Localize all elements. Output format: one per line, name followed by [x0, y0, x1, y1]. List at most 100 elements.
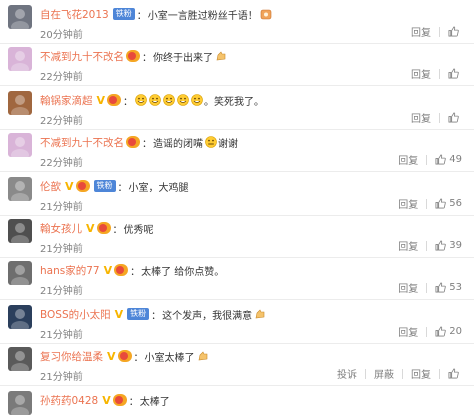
username-link[interactable]: hans家的77	[40, 263, 100, 278]
comment-row: 自在飞花2013 铁粉：小室一言胜过粉丝千语！ 20分钟前 回复	[0, 2, 474, 44]
username-link[interactable]: 翰锅家滴超	[40, 93, 93, 108]
username-link[interactable]: BOSS的小太阳	[40, 307, 111, 322]
comment-line: 不减到九十不改名 ：你终于出来了	[40, 47, 227, 65]
grin-emoji	[135, 94, 147, 106]
username-link[interactable]: 伦歆	[40, 179, 61, 194]
comment-row: 复习你给温柔 V ：小室太棒了 21分钟前 投诉 屏蔽 回复	[0, 344, 474, 386]
comment-row: 不减到九十不改名 ：造谣的闭嘴 谢谢 22分钟前 回复 49	[0, 130, 474, 172]
avatar[interactable]	[8, 261, 32, 285]
timestamp: 22分钟前	[40, 72, 83, 83]
like-count: 20	[449, 326, 462, 337]
comment-text: 太棒了	[139, 396, 170, 408]
report-button[interactable]: 投诉	[337, 366, 357, 381]
comment-text: 太棒了 给你点赞。	[141, 266, 225, 278]
colon-separator: ：	[142, 138, 152, 150]
vip-icon: V	[96, 93, 106, 107]
timestamp: 21分钟前	[40, 202, 83, 213]
colon-separator: ：	[136, 10, 147, 22]
thumbs-up-icon	[448, 26, 459, 37]
timestamp: 20分钟前	[40, 30, 83, 41]
thumbs-up-icon	[448, 112, 459, 123]
vip-icon: V	[86, 221, 95, 235]
action-divider	[439, 368, 440, 379]
like-button[interactable]	[448, 26, 462, 37]
like-button[interactable]: 53	[435, 282, 462, 293]
clap-emoji	[216, 51, 226, 61]
like-button[interactable]: 49	[435, 154, 462, 165]
like-button[interactable]: 56	[435, 198, 462, 209]
username-link[interactable]: 自在飞花2013	[40, 7, 109, 22]
comment-text: 小室一言胜过粉丝千语！	[147, 10, 258, 22]
reply-button[interactable]: 回复	[411, 66, 431, 81]
fan-level-icon	[114, 264, 129, 276]
colon-separator: ：	[151, 310, 162, 322]
comment-text: 小室，大鸡腿	[128, 182, 189, 194]
avatar[interactable]	[8, 5, 32, 29]
username-link[interactable]: 翰女孩儿	[40, 221, 82, 236]
grin-emoji	[149, 94, 161, 106]
vip-icon: V	[114, 307, 124, 321]
action-divider	[402, 368, 403, 379]
avatar[interactable]	[8, 91, 32, 115]
fan-level-icon	[126, 50, 140, 62]
reply-button[interactable]: 回复	[398, 196, 418, 211]
fan-level-icon	[117, 350, 132, 362]
comment-actions: 回复 39	[398, 238, 462, 253]
username-link[interactable]: 不减到九十不改名	[40, 135, 124, 150]
comment-row: 翰女孩儿 V ：优秀呢 21分钟前 回复 39	[0, 216, 474, 258]
reply-button[interactable]: 回复	[398, 152, 418, 167]
comment-actions: 回复	[411, 110, 462, 125]
thumbs-up-icon	[435, 282, 447, 293]
username-link[interactable]: 复习你给温柔	[40, 349, 103, 364]
comment-line: 孙药药0428 V ：太棒了	[40, 391, 170, 409]
reply-button[interactable]: 回复	[411, 24, 431, 39]
comment-text: 优秀呢	[123, 224, 154, 236]
avatar[interactable]	[8, 347, 32, 371]
comment-row: 不减到九十不改名 ：你终于出来了 22分钟前 回复	[0, 44, 474, 86]
comment-actions: 回复 53	[398, 280, 462, 295]
action-divider	[439, 112, 440, 123]
comment-line: 翰锅家滴超 V ： 。笑死我了。	[40, 91, 264, 109]
colon-separator: ：	[133, 352, 144, 364]
username-link[interactable]: 不减到九十不改名	[40, 49, 124, 64]
fan-level-icon	[126, 136, 140, 148]
comment-line: 复习你给温柔 V ：小室太棒了	[40, 347, 209, 365]
colon-separator: ：	[112, 224, 123, 236]
avatar[interactable]	[8, 219, 32, 243]
like-button[interactable]: 20	[435, 326, 462, 337]
like-button[interactable]: 39	[435, 240, 462, 251]
like-button[interactable]	[448, 112, 462, 123]
reply-button[interactable]: 回复	[398, 280, 418, 295]
avatar[interactable]	[8, 177, 32, 201]
reply-button[interactable]: 回复	[411, 110, 431, 125]
comment-line: hans家的77 V ：太棒了 给你点赞。	[40, 261, 224, 279]
action-divider	[426, 198, 428, 209]
block-button[interactable]: 屏蔽	[374, 366, 394, 381]
comment-actions: 投诉 屏蔽 回复	[337, 366, 462, 381]
colon-separator: ：	[128, 396, 139, 408]
comment-actions: 回复 49	[398, 152, 462, 167]
reply-button[interactable]: 回复	[398, 324, 418, 339]
like-count: 49	[449, 154, 462, 165]
comment-line: 自在飞花2013 铁粉：小室一言胜过粉丝千语！	[40, 5, 272, 23]
avatar[interactable]	[8, 391, 32, 415]
avatar[interactable]	[8, 133, 32, 157]
action-divider	[426, 154, 428, 165]
username-link[interactable]: 孙药药0428	[40, 393, 98, 408]
like-button[interactable]	[448, 368, 462, 379]
comment-actions: 回复 20	[398, 324, 462, 339]
avatar[interactable]	[8, 47, 32, 71]
comment-text: 造谣的闭嘴	[153, 138, 203, 150]
thumbs-up-icon	[435, 326, 447, 337]
like-button[interactable]	[448, 68, 462, 79]
timestamp: 21分钟前	[40, 330, 83, 341]
grin-emoji	[191, 94, 203, 106]
timestamp: 22分钟前	[40, 158, 83, 169]
reply-button[interactable]: 回复	[398, 238, 418, 253]
fan-level-icon	[112, 394, 127, 406]
comment-actions: 回复	[411, 24, 462, 39]
fan-badge: 铁粉	[93, 180, 116, 192]
thumbs-up-emoji	[198, 351, 207, 361]
reply-button[interactable]: 回复	[411, 366, 431, 381]
avatar[interactable]	[8, 305, 32, 329]
